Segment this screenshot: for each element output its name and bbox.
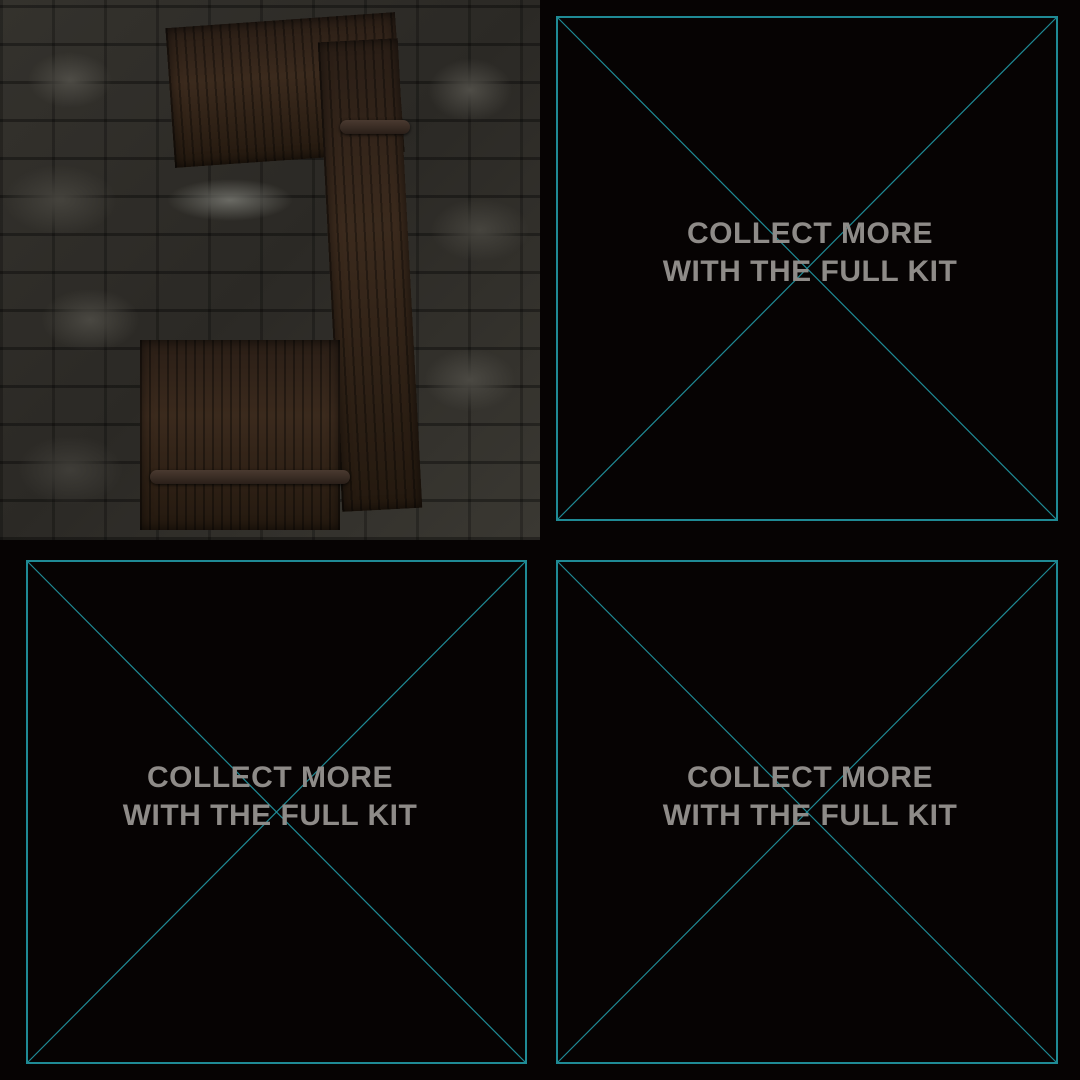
door-plank — [140, 340, 340, 530]
message-line-2: WITH THE FULL KIT — [122, 799, 418, 832]
message-line-2: WITH THE FULL KIT — [662, 255, 958, 288]
full-kit-message: COLLECT MORE WITH THE FULL KIT — [540, 759, 1080, 835]
full-kit-message: COLLECT MORE WITH THE FULL KIT — [540, 215, 1080, 291]
locked-texture-slot: COLLECT MORE WITH THE FULL KIT — [540, 540, 1080, 1080]
message-line-1: COLLECT MORE — [147, 761, 393, 794]
locked-texture-slot: COLLECT MORE WITH THE FULL KIT — [0, 540, 540, 1080]
locked-texture-slot: COLLECT MORE WITH THE FULL KIT — [540, 0, 1080, 540]
texture-preview-tile — [0, 0, 540, 540]
iron-hinge-band — [150, 470, 350, 484]
full-kit-message: COLLECT MORE WITH THE FULL KIT — [0, 759, 540, 835]
iron-hinge-band — [340, 120, 410, 134]
message-line-2: WITH THE FULL KIT — [662, 799, 958, 832]
message-line-1: COLLECT MORE — [687, 217, 933, 250]
message-line-1: COLLECT MORE — [687, 761, 933, 794]
